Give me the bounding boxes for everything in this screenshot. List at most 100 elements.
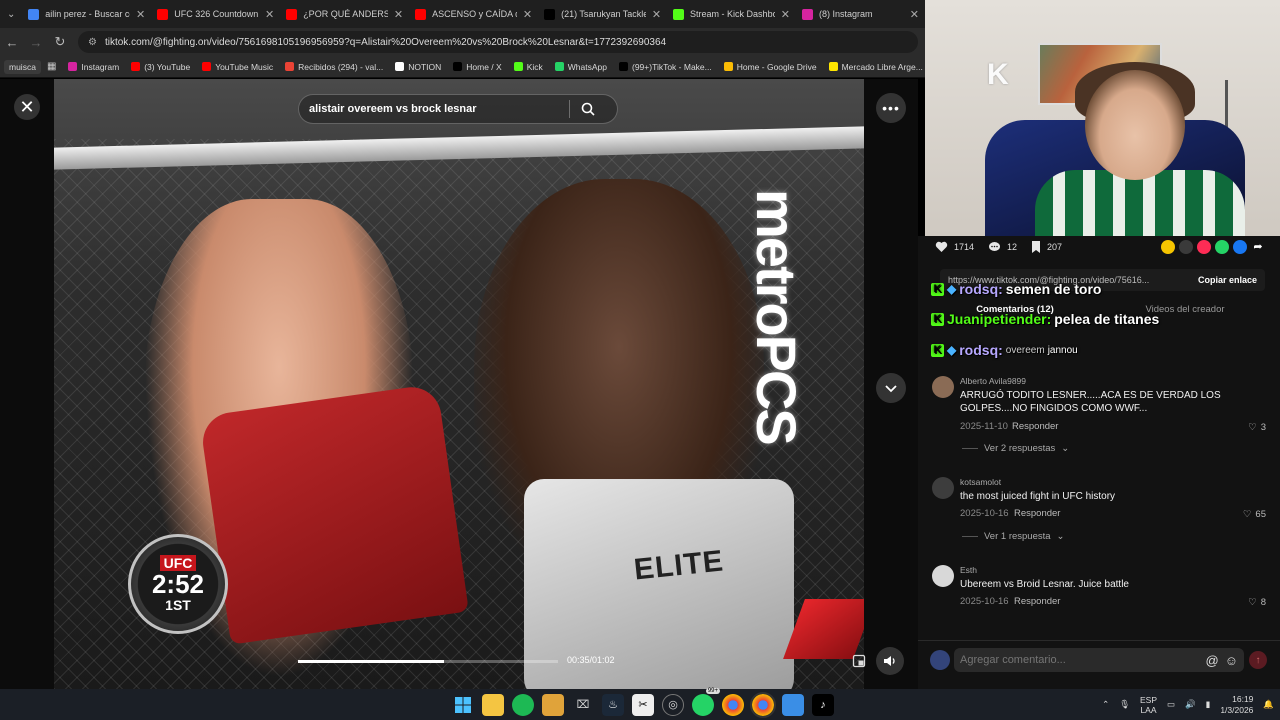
site-info-icon[interactable]: ⚙	[88, 37, 97, 48]
bookmark-item[interactable]: NOTION	[389, 62, 447, 72]
search-bar[interactable]	[298, 94, 618, 124]
spotify-icon[interactable]	[512, 693, 534, 716]
bookmark-item[interactable]: (3) YouTube	[125, 62, 196, 72]
emoji-icon[interactable]: ☺	[1223, 653, 1244, 668]
bookmark-favicon-icon	[828, 62, 838, 71]
close-button[interactable]: ✕	[14, 94, 40, 120]
bookmark-item[interactable]: (99+)TikTok - Make...	[613, 62, 718, 72]
store-icon[interactable]	[542, 693, 564, 716]
chevron-down-icon: ⌄	[1056, 531, 1065, 542]
search-input[interactable]	[299, 103, 569, 115]
copy-link-button[interactable]: Copiar enlace	[1190, 275, 1265, 285]
comment-input[interactable]	[954, 654, 1202, 666]
pip-button[interactable]	[852, 654, 866, 668]
avatar[interactable]	[932, 477, 954, 499]
browser-tab[interactable]: Stream - Kick Dashboard ✕	[667, 0, 796, 28]
speaker-tray-icon[interactable]: 🔊	[1185, 699, 1196, 710]
save-count: 207	[1047, 242, 1063, 252]
tiktok-icon[interactable]: ♪	[812, 693, 834, 716]
tab-search-chevron-icon[interactable]: ⌄	[0, 0, 22, 28]
chrome-active-icon[interactable]	[750, 691, 776, 718]
bookmark-item[interactable]: Home - Google Drive	[718, 62, 823, 72]
reply-button[interactable]: Responder	[1014, 508, 1060, 519]
comment-like[interactable]: ♡ 65	[1243, 509, 1266, 520]
video-progress-bar[interactable]	[298, 660, 558, 663]
forward-icon[interactable]: →	[24, 35, 48, 50]
browser-tab[interactable]: UFC 326 Countdown - Full ✕	[151, 0, 280, 28]
notifications-icon[interactable]: 🔔	[1263, 699, 1274, 710]
share-arrow-icon[interactable]: ➦	[1251, 240, 1265, 254]
whatsapp-icon[interactable]	[1215, 240, 1229, 254]
apps-grid-icon[interactable]: ▦	[41, 61, 62, 72]
embed-icon[interactable]	[1179, 240, 1193, 254]
comment-username[interactable]: kotsamolot	[960, 477, 1001, 487]
browser-tab[interactable]: ailin perez - Buscar con Google ✕	[22, 0, 151, 28]
notepad-icon[interactable]	[782, 693, 804, 716]
battery-icon[interactable]: ▮	[1206, 699, 1211, 710]
reply-button[interactable]: Responder	[1012, 421, 1058, 432]
view-replies-button[interactable]: Ver 2 respuestas ⌄	[962, 443, 1069, 454]
browser-tab[interactable]: ¿POR QUÉ ANDERSON SI ✕	[280, 0, 409, 28]
like-action[interactable]: 1714	[935, 241, 974, 253]
microphone-icon[interactable]: 🎙	[1119, 699, 1130, 710]
browser-tab[interactable]: ASCENSO y CAÍDA del M ✕	[409, 0, 538, 28]
heart-outline-icon: ♡	[1242, 509, 1252, 520]
avatar[interactable]	[932, 376, 954, 398]
view-replies-button[interactable]: Ver 1 respuesta ⌄	[962, 531, 1065, 542]
chevron-up-icon[interactable]: ⌃	[1102, 699, 1109, 710]
comment-username[interactable]: Alberto Avila9899	[960, 376, 1026, 386]
comment-like[interactable]: ♡ 3	[1248, 422, 1266, 433]
bookmark-label: YouTube Music	[215, 61, 274, 72]
tab-close-icon[interactable]: ✕	[265, 8, 274, 21]
reload-icon[interactable]: ↻	[48, 34, 72, 50]
comment-action[interactable]: 12	[988, 241, 1017, 253]
tab-title: ASCENSO y CAÍDA del M	[432, 9, 517, 19]
tab-close-icon[interactable]: ✕	[910, 8, 919, 21]
capcut-icon[interactable]: ✂	[632, 693, 654, 716]
obs-icon[interactable]: ◎	[662, 693, 684, 716]
avatar[interactable]	[932, 565, 954, 587]
next-video-button[interactable]	[876, 373, 906, 403]
tab-close-icon[interactable]: ✕	[523, 8, 532, 21]
coin-share-icon[interactable]	[1161, 240, 1175, 254]
app-icon[interactable]: ⌧	[572, 694, 594, 716]
volume-button[interactable]	[876, 647, 904, 675]
back-icon[interactable]: ←	[0, 35, 24, 50]
comment-like[interactable]: ♡ 8	[1248, 597, 1266, 608]
mention-icon[interactable]: @	[1202, 653, 1223, 668]
chrome-icon[interactable]	[722, 693, 744, 716]
bookmark-item[interactable]: Recibidos (294) - val...	[279, 62, 389, 72]
tab-close-icon[interactable]: ✕	[136, 8, 145, 21]
tab-close-icon[interactable]: ✕	[652, 8, 661, 21]
comment-count: 12	[1007, 242, 1018, 252]
bookmark-item[interactable]: muisca	[4, 59, 41, 74]
bookmark-item[interactable]: YouTube Music	[196, 62, 279, 72]
post-comment-button[interactable]: ↑	[1249, 651, 1267, 669]
whatsapp-taskbar-icon[interactable]: 99+	[692, 687, 720, 716]
bookmark-item[interactable]: Kick	[508, 62, 549, 72]
steam-icon[interactable]: ♨	[602, 693, 624, 716]
tab-close-icon[interactable]: ✕	[781, 8, 790, 21]
search-icon[interactable]	[570, 102, 606, 116]
save-action[interactable]: 207	[1031, 241, 1062, 253]
windows-start-icon[interactable]	[452, 694, 474, 716]
more-options-button[interactable]: •••	[876, 93, 906, 123]
system-clock[interactable]: 16:19 1/3/2026	[1220, 694, 1253, 716]
video-frame[interactable]: ELITE metroPCS UFC 2:52 1ST	[54, 79, 864, 689]
comment-username[interactable]: Esth	[960, 565, 977, 575]
bookmark-item[interactable]: Mercado Libre Arge...	[823, 62, 929, 72]
file-explorer-icon[interactable]	[482, 693, 504, 716]
bookmark-item[interactable]: Home / X	[447, 62, 507, 72]
bookmark-item[interactable]: Instagram	[62, 62, 125, 72]
send-icon[interactable]	[1197, 240, 1211, 254]
display-icon[interactable]: ▭	[1167, 699, 1175, 710]
facebook-icon[interactable]	[1233, 240, 1247, 254]
url-text: tiktok.com/@fighting.on/video/7561698105…	[104, 36, 667, 48]
browser-tab[interactable]: (21) Tsarukyan Tackles Po ✕	[538, 0, 667, 28]
bookmark-item[interactable]: WhatsApp	[549, 62, 613, 72]
reply-button[interactable]: Responder	[1014, 596, 1060, 607]
tab-close-icon[interactable]: ✕	[394, 8, 403, 21]
url-field[interactable]: ⚙ tiktok.com/@fighting.on/video/75616981…	[78, 31, 918, 53]
language-indicator[interactable]: ESP LAA	[1140, 695, 1157, 715]
browser-tab[interactable]: (8) Instagram ✕	[796, 0, 925, 28]
